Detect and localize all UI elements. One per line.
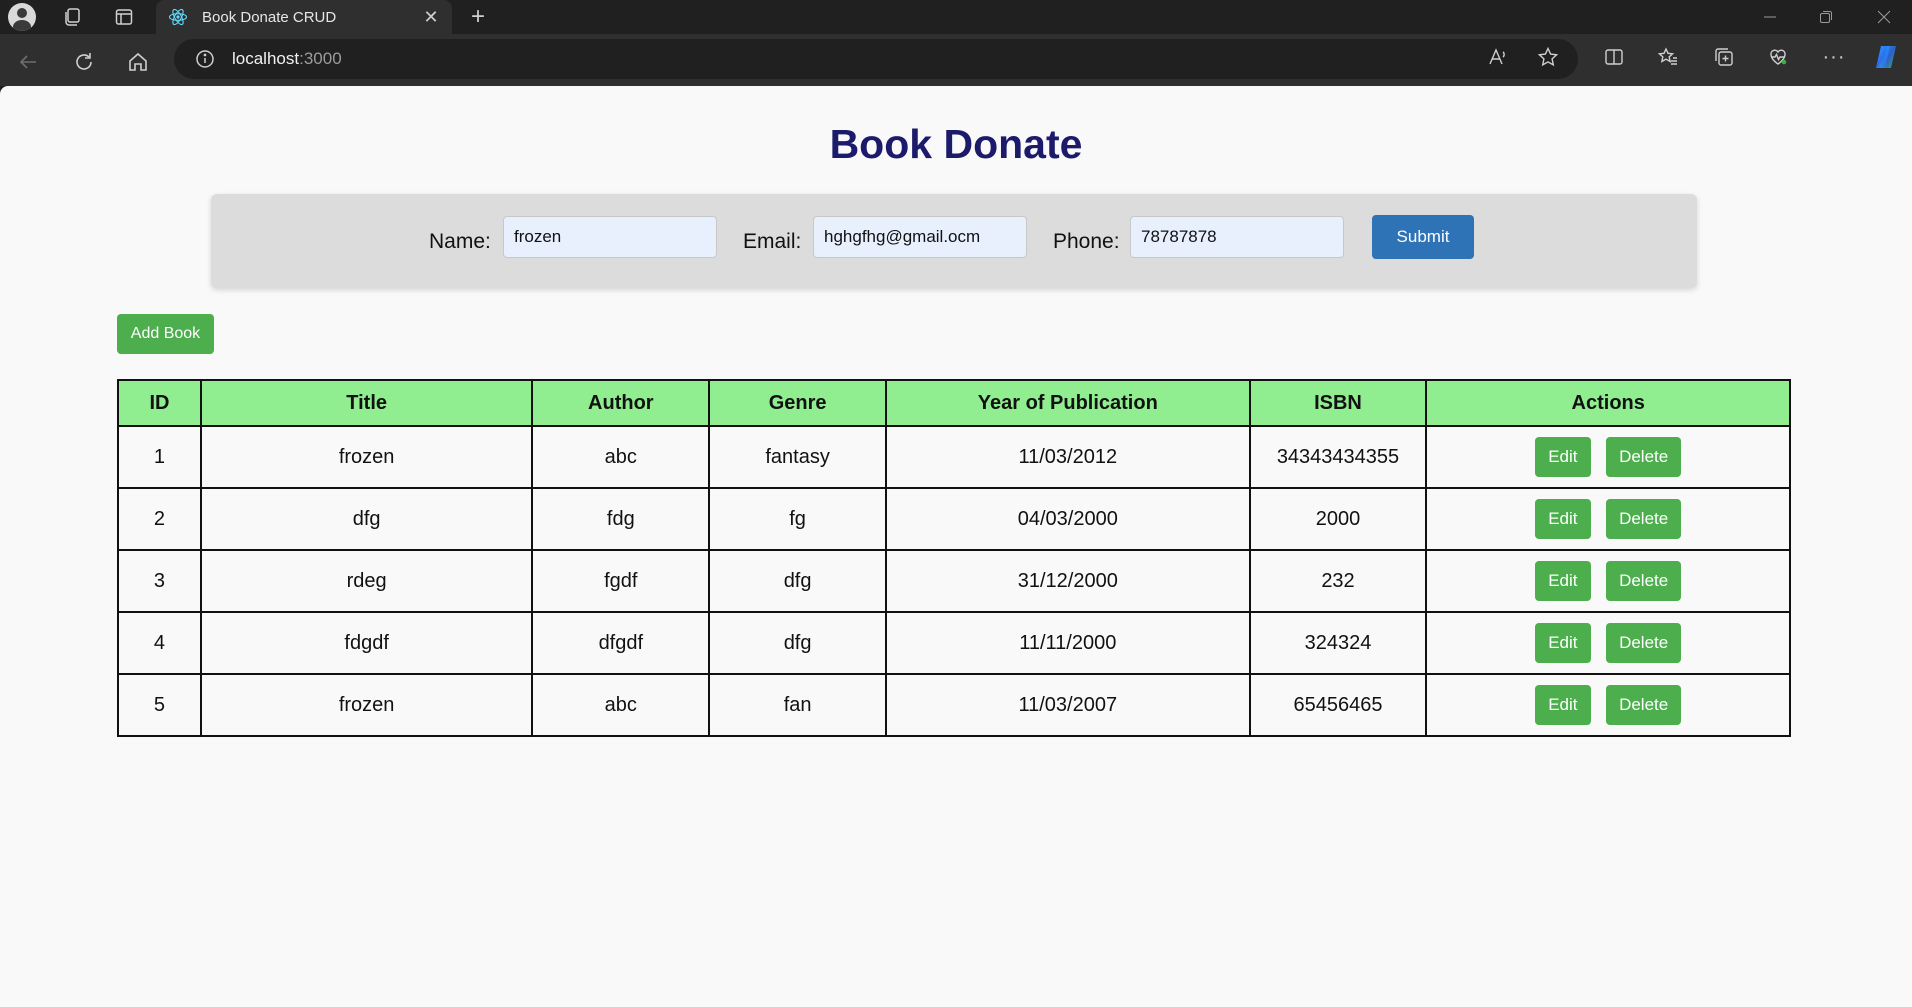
- page-title: Book Donate: [829, 121, 1083, 167]
- cell-isbn: 65456465: [1248, 673, 1428, 737]
- cell-year: 11/11/2000: [885, 611, 1251, 675]
- submit-button[interactable]: Submit: [1372, 215, 1474, 259]
- page-viewport: Book Donate Name: Email: Phone: Submit A…: [0, 86, 1912, 1007]
- cell-author: fgdf: [531, 549, 711, 613]
- edit-button[interactable]: Edit: [1535, 685, 1591, 725]
- cell-author: abc: [531, 425, 711, 489]
- cell-id: 5: [117, 673, 202, 737]
- more-options-icon[interactable]: ···: [1816, 39, 1852, 75]
- browser-tab-active[interactable]: Book Donate CRUD ✕: [156, 0, 452, 34]
- column-header-id: ID: [117, 379, 202, 427]
- cell-actions: Edit Delete: [1425, 425, 1791, 489]
- table-row: 4 fdgdf dfgdf dfg 11/11/2000 324324 Edit…: [117, 611, 1791, 675]
- favorites-icon[interactable]: [1650, 39, 1686, 75]
- cell-actions: Edit Delete: [1425, 487, 1791, 551]
- window-minimize-icon[interactable]: [1742, 0, 1798, 34]
- edit-button[interactable]: Edit: [1535, 499, 1591, 539]
- name-label: Name:: [429, 230, 491, 253]
- cell-genre: fg: [708, 487, 887, 551]
- delete-button[interactable]: Delete: [1606, 685, 1682, 725]
- reload-icon[interactable]: [66, 44, 102, 80]
- cell-title: dfg: [199, 487, 534, 551]
- back-arrow-icon[interactable]: [10, 44, 46, 80]
- cell-genre: fan: [708, 673, 887, 737]
- delete-button[interactable]: Delete: [1606, 499, 1682, 539]
- browser-toolbar: localhost :3000 ···: [0, 34, 1912, 86]
- cell-actions: Edit Delete: [1425, 611, 1791, 675]
- react-favicon-icon: [168, 7, 188, 27]
- browser-essentials-heart-icon[interactable]: [1760, 39, 1796, 75]
- table-header-row: ID Title Author Genre Year of Publicatio…: [117, 379, 1791, 427]
- cell-title: fdgdf: [199, 611, 534, 675]
- cell-isbn: 324324: [1248, 611, 1428, 675]
- name-input[interactable]: [503, 216, 717, 258]
- cell-id: 4: [117, 611, 202, 675]
- cell-author: dfgdf: [531, 611, 711, 675]
- phone-input[interactable]: [1130, 216, 1344, 258]
- cell-actions: Edit Delete: [1425, 673, 1791, 737]
- email-input[interactable]: [813, 216, 1027, 258]
- cell-title: frozen: [199, 425, 534, 489]
- workspaces-icon[interactable]: [56, 2, 88, 32]
- column-header-genre: Genre: [708, 379, 887, 427]
- cell-isbn: 34343434355: [1248, 425, 1428, 489]
- cell-title: frozen: [199, 673, 534, 737]
- add-book-button[interactable]: Add Book: [117, 314, 214, 354]
- copilot-icon[interactable]: [1868, 39, 1904, 75]
- new-tab-icon[interactable]: +: [462, 2, 494, 32]
- split-screen-icon[interactable]: [1596, 39, 1632, 75]
- add-favorite-star-icon[interactable]: [1530, 39, 1566, 75]
- table-row: 5 frozen abc fan 11/03/2007 65456465 Edi…: [117, 673, 1791, 737]
- edit-button[interactable]: Edit: [1535, 623, 1591, 663]
- table-row: 1 frozen abc fantasy 11/03/2012 34343434…: [117, 425, 1791, 489]
- home-icon[interactable]: [120, 44, 156, 80]
- cell-isbn: 2000: [1248, 487, 1428, 551]
- table-row: 3 rdeg fgdf dfg 31/12/2000 232 Edit Dele…: [117, 549, 1791, 613]
- delete-button[interactable]: Delete: [1606, 437, 1682, 477]
- column-header-isbn: ISBN: [1248, 379, 1428, 427]
- profile-avatar-icon: [8, 3, 36, 31]
- cell-author: fdg: [531, 487, 711, 551]
- cell-id: 2: [117, 487, 202, 551]
- table-row: 2 dfg fdg fg 04/03/2000 2000 Edit Delete: [117, 487, 1791, 551]
- cell-year: 11/03/2012: [885, 425, 1251, 489]
- cell-author: abc: [531, 673, 711, 737]
- address-bar[interactable]: localhost :3000: [174, 39, 1578, 79]
- tab-actions-icon[interactable]: [108, 2, 140, 32]
- delete-button[interactable]: Delete: [1606, 561, 1682, 601]
- column-header-title: Title: [199, 379, 534, 427]
- cell-year: 11/03/2007: [885, 673, 1251, 737]
- edit-button[interactable]: Edit: [1535, 437, 1591, 477]
- cell-year: 04/03/2000: [885, 487, 1251, 551]
- read-aloud-icon[interactable]: [1480, 39, 1516, 75]
- tab-close-icon[interactable]: ✕: [418, 4, 444, 30]
- phone-label: Phone:: [1053, 230, 1120, 253]
- profile-button[interactable]: [6, 2, 38, 32]
- cell-title: rdeg: [199, 549, 534, 613]
- column-header-author: Author: [531, 379, 711, 427]
- cell-id: 1: [117, 425, 202, 489]
- tab-title: Book Donate CRUD: [202, 8, 337, 26]
- window-close-icon[interactable]: [1856, 0, 1912, 34]
- delete-button[interactable]: Delete: [1606, 623, 1682, 663]
- books-table: ID Title Author Genre Year of Publicatio…: [117, 379, 1791, 737]
- window-restore-icon[interactable]: [1798, 0, 1854, 34]
- column-header-year: Year of Publication: [885, 379, 1251, 427]
- url-host: localhost: [232, 49, 300, 68]
- cell-year: 31/12/2000: [885, 549, 1251, 613]
- site-info-icon[interactable]: [194, 48, 216, 70]
- cell-genre: dfg: [708, 611, 887, 675]
- email-label: Email:: [743, 230, 802, 253]
- edit-button[interactable]: Edit: [1535, 561, 1591, 601]
- cell-genre: fantasy: [708, 425, 887, 489]
- url-port: :3000: [299, 49, 342, 68]
- cell-genre: dfg: [708, 549, 887, 613]
- collections-icon[interactable]: [1706, 39, 1742, 75]
- column-header-actions: Actions: [1425, 379, 1791, 427]
- browser-tabstrip: Book Donate CRUD ✕ +: [0, 0, 1912, 34]
- donor-form: Name: Email: Phone: Submit: [211, 194, 1697, 288]
- cell-isbn: 232: [1248, 549, 1428, 613]
- cell-actions: Edit Delete: [1425, 549, 1791, 613]
- cell-id: 3: [117, 549, 202, 613]
